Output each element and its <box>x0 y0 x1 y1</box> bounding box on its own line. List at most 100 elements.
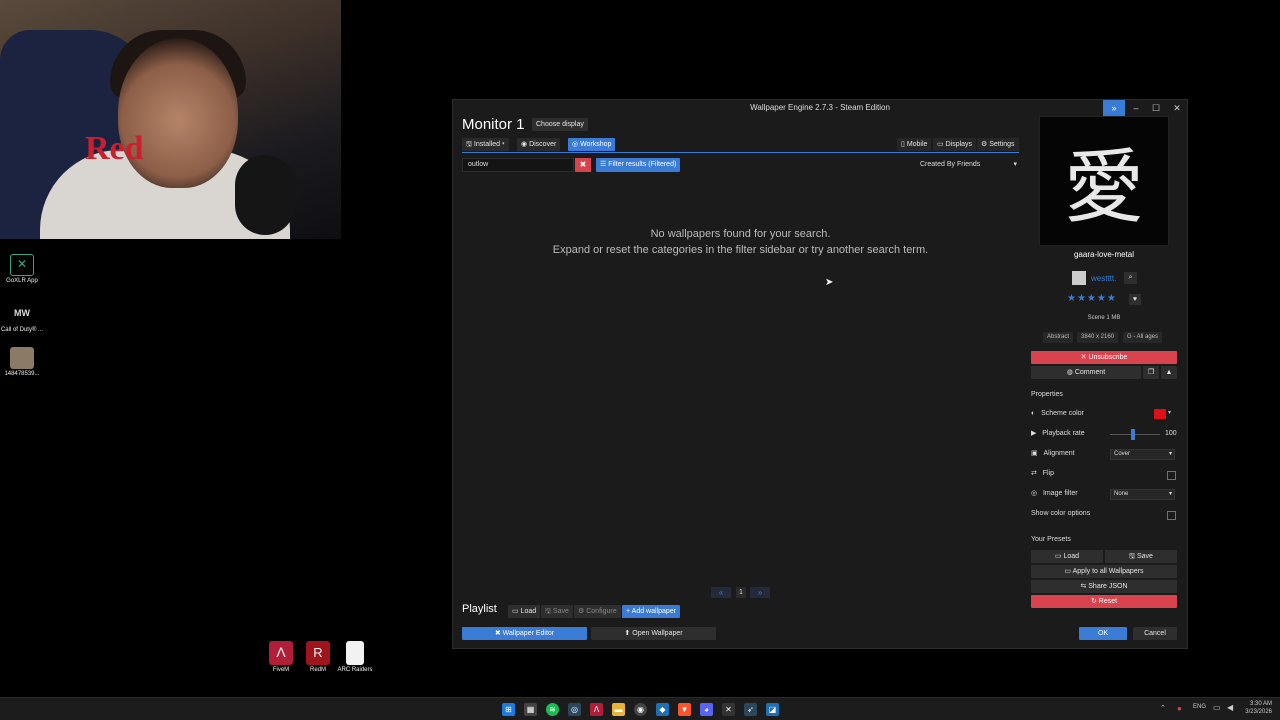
discord-icon[interactable]: ◕ <box>700 703 713 716</box>
spotify-icon[interactable]: ≋ <box>546 703 559 716</box>
preset-load-button[interactable]: ▭ Load <box>1031 550 1103 563</box>
displays-label: Displays <box>945 141 973 148</box>
apply-all-label: Apply to all Wallpapers <box>1072 568 1144 575</box>
tray-chevron-up-icon[interactable]: ⌃ <box>1160 704 1166 712</box>
tab-discover-label: Discover <box>529 141 557 148</box>
scheme-color-swatch[interactable] <box>1154 409 1166 419</box>
taskbar: ⊞ ▦ ≋ ◎ Λ ▬ ◉ ◆ ▼ ◕ ✕ ➶ ◪ ⌃ ● ENG ▭ ◀ 3:… <box>0 697 1280 720</box>
desktop-icon-image[interactable]: 148478539... <box>0 347 44 378</box>
filter-results-label: Filter results (Filtered) <box>608 161 677 168</box>
apply-all-button[interactable]: ▭ Apply to all Wallpapers <box>1031 565 1177 578</box>
sort-value: Created By Friends <box>920 161 981 168</box>
maximize-icon[interactable]: ☐ <box>1145 100 1167 116</box>
playlist-save-button[interactable]: 🖫 Save <box>541 605 573 618</box>
author-link[interactable]: westttt. <box>1091 274 1116 283</box>
prop-label: Alignment <box>1043 450 1075 457</box>
tab-installed[interactable]: 🖫 Installed ▾ <box>462 138 509 151</box>
playlist-configure-button[interactable]: ⚙ Configure <box>574 605 621 618</box>
goxlr-taskbar-icon[interactable]: ✕ <box>722 703 735 716</box>
wallpaper-editor-button[interactable]: ✖ Wallpaper Editor <box>462 627 587 640</box>
image-filter-value: None <box>1114 491 1129 497</box>
chevron-down-icon[interactable]: ▾ <box>1168 409 1171 416</box>
tag-badge[interactable]: 3840 x 2160 <box>1077 332 1119 343</box>
copy-icon[interactable]: ❐ <box>1143 366 1159 379</box>
prop-flip: ⇄ Flip <box>1031 467 1177 481</box>
tag-badge[interactable]: G - All ages <box>1123 332 1163 343</box>
chrome-icon[interactable]: ◉ <box>634 703 647 716</box>
fivem-taskbar-icon[interactable]: Λ <box>590 703 603 716</box>
file-explorer-icon[interactable]: ▬ <box>612 703 625 716</box>
filter-results-button[interactable]: ☰ Filter results (Filtered) <box>596 158 681 172</box>
windows-start-icon[interactable]: ⊞ <box>502 703 515 716</box>
add-wallpaper-label: Add wallpaper <box>631 608 677 615</box>
microphone-icon[interactable]: ● <box>1177 704 1182 713</box>
wallpaper-editor-label: Wallpaper Editor <box>502 630 555 637</box>
cancel-button[interactable]: Cancel <box>1133 627 1177 640</box>
preset-save-button[interactable]: 🖫 Save <box>1105 550 1177 563</box>
tab-workshop[interactable]: ◎ Workshop <box>568 138 616 151</box>
choose-display-button[interactable]: Choose display <box>532 118 588 131</box>
close-icon[interactable]: ✕ <box>1166 100 1188 116</box>
desktop-icon-cod[interactable]: MW Call of Duty® ... <box>0 303 44 334</box>
monitor-icon: ▭ <box>1064 568 1072 575</box>
mobile-button[interactable]: ▯ Mobile <box>897 138 932 151</box>
warning-icon[interactable]: ▲ <box>1161 366 1177 379</box>
alignment-dropdown[interactable]: Cover ▾ <box>1110 449 1175 460</box>
swap-icon: ⇄ <box>1031 470 1037 477</box>
comment-label: Comment <box>1074 369 1106 376</box>
prop-label: Image filter <box>1042 490 1078 497</box>
network-icon[interactable]: ▭ <box>1213 703 1221 712</box>
heart-icon[interactable]: ♥ <box>1129 294 1141 305</box>
chevron-down-icon: ▾ <box>501 141 505 148</box>
prop-label: Flip <box>1042 470 1054 477</box>
desktop-icon-goxlr[interactable]: ✕ GoXLR App <box>0 254 44 285</box>
sort-dropdown[interactable]: Created By Friends ▾ <box>916 158 1020 172</box>
comment-button[interactable]: ◍ Comment <box>1031 366 1141 379</box>
show-color-checkbox[interactable] <box>1167 511 1176 520</box>
search-input[interactable]: outlow <box>462 158 574 172</box>
close-icon: ✕ <box>1080 354 1087 361</box>
calendar-icon[interactable]: ▦ <box>524 703 537 716</box>
minimize-icon[interactable]: – <box>1125 100 1147 116</box>
add-wallpaper-button[interactable]: + Add wallpaper <box>622 605 681 618</box>
app-icon[interactable]: ◆ <box>656 703 669 716</box>
rating-stars[interactable]: ★★★★★ <box>1067 293 1117 304</box>
tab-discover[interactable]: ◉ Discover <box>517 138 561 151</box>
steam-taskbar-icon[interactable]: ◎ <box>568 703 581 716</box>
playlist-configure-label: Configure <box>586 608 617 615</box>
clock-time: 3:30 AM <box>1249 701 1272 707</box>
next-page-icon[interactable]: » <box>750 587 770 598</box>
tag-badge[interactable]: Abstract <box>1043 332 1074 343</box>
comment-icon: ◍ <box>1066 369 1073 376</box>
playback-slider-handle[interactable] <box>1130 429 1135 440</box>
page-number[interactable]: 1 <box>736 587 746 598</box>
clear-search-icon[interactable]: ✖ <box>575 158 591 172</box>
unsubscribe-button[interactable]: ✕ Unsubscribe <box>1031 351 1177 364</box>
ok-button[interactable]: OK <box>1079 627 1127 640</box>
brave-icon[interactable]: ▼ <box>678 703 691 716</box>
settings-button[interactable]: ⚙ Settings <box>977 138 1019 151</box>
displays-button[interactable]: ▭ Displays <box>933 138 977 151</box>
phone-icon: ▯ <box>901 141 905 148</box>
preset-load-label: Load <box>1063 553 1080 560</box>
share-json-button[interactable]: ⇆ Share JSON <box>1031 580 1177 593</box>
steam-icon: ◎ <box>572 141 579 148</box>
compass-icon: ◉ <box>521 141 528 148</box>
open-wallpaper-button[interactable]: ⬆ Open Wallpaper <box>591 627 716 640</box>
share-icon: ⇆ <box>1080 583 1087 590</box>
expand-panel-icon[interactable]: » <box>1103 100 1125 116</box>
unsubscribe-label: Unsubscribe <box>1088 354 1128 361</box>
steam-alt-icon[interactable]: ➶ <box>744 703 757 716</box>
volume-icon[interactable]: ◀ <box>1227 703 1233 712</box>
clock[interactable]: 3:30 AM 3/23/2026 <box>1240 700 1272 716</box>
flip-checkbox[interactable] <box>1167 471 1176 480</box>
search-icon[interactable]: ⌕ <box>1124 272 1137 284</box>
prev-page-icon[interactable]: « <box>711 587 731 598</box>
playlist-load-button[interactable]: ▭ Load <box>508 605 541 618</box>
language-indicator[interactable]: ENG <box>1193 704 1206 710</box>
desktop-icon-arc-raiders[interactable]: ARC Raiders <box>333 641 377 674</box>
playback-slider-track[interactable] <box>1110 434 1160 435</box>
image-filter-dropdown[interactable]: None ▾ <box>1110 489 1175 500</box>
reset-button[interactable]: ↻ Reset <box>1031 595 1177 608</box>
wallpaper-engine-taskbar-icon[interactable]: ◪ <box>766 703 779 716</box>
